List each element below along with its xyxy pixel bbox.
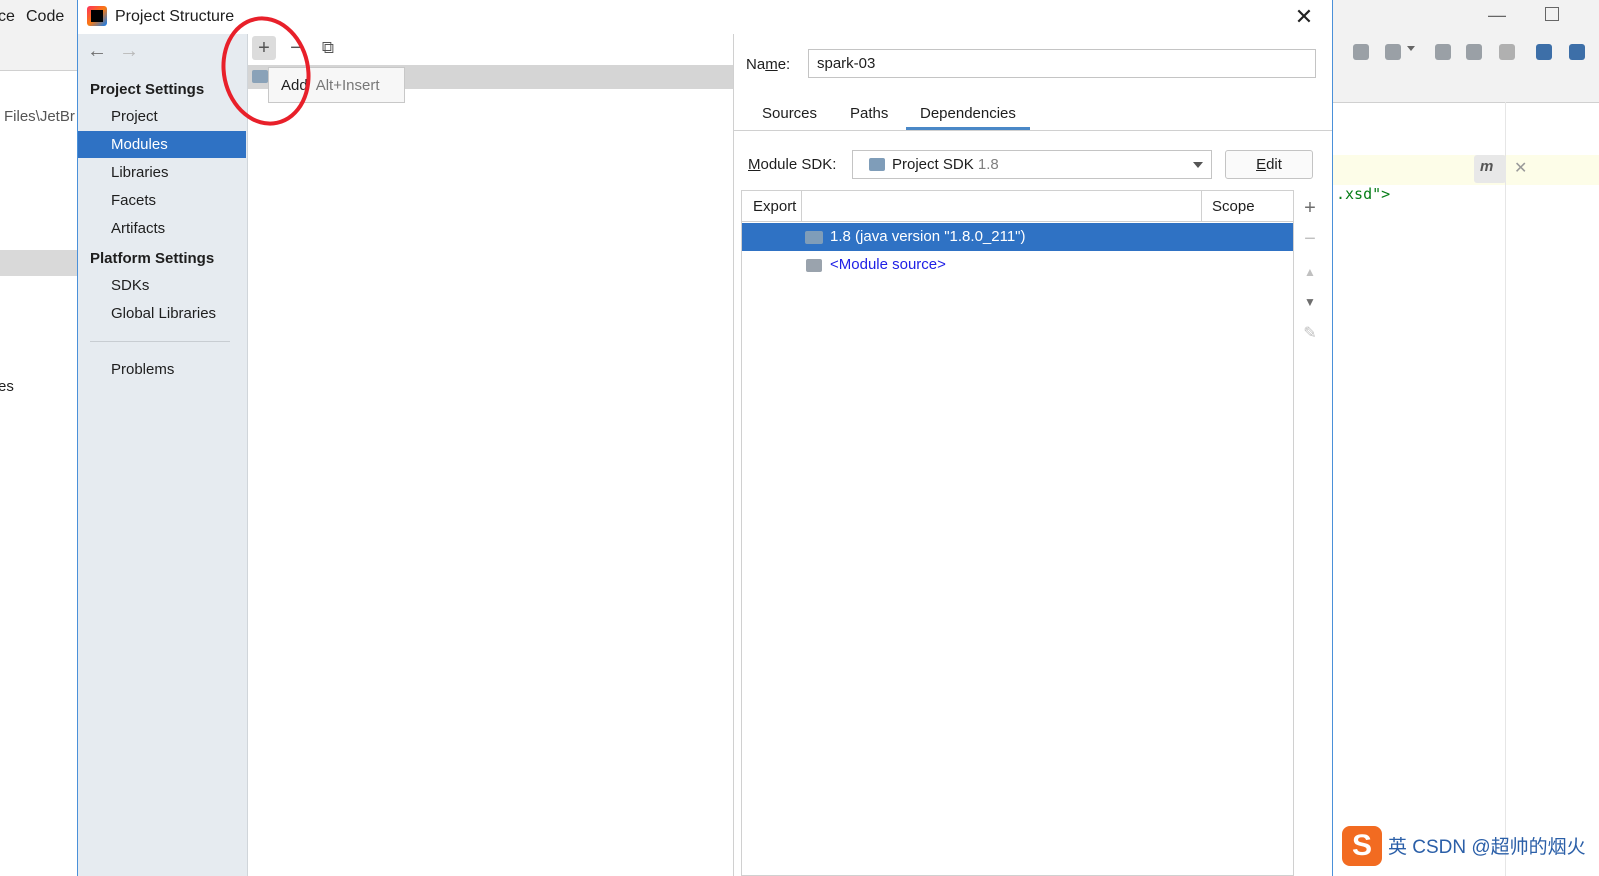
chevron-down-icon bbox=[1193, 162, 1203, 168]
ide-left-selected-row bbox=[0, 250, 78, 276]
sidebar-item-problems[interactable]: Problems bbox=[78, 356, 246, 383]
ide-menu-item-partial[interactable]: ce bbox=[0, 8, 15, 26]
search-everywhere-icon[interactable] bbox=[1569, 44, 1585, 60]
project-settings-heading: Project Settings bbox=[90, 81, 205, 98]
dialog-title: Project Structure bbox=[115, 8, 235, 25]
ide-minimize-icon[interactable]: — bbox=[1488, 5, 1506, 26]
ide-side-fragment: es bbox=[0, 378, 14, 395]
stop-icon[interactable] bbox=[1499, 44, 1515, 60]
dependencies-side-toolbar: + − ▲ ▼ ✎ bbox=[1295, 190, 1325, 876]
debug-icon[interactable] bbox=[1435, 44, 1451, 60]
tab-paths[interactable]: Paths bbox=[836, 94, 902, 130]
tab-sources[interactable]: Sources bbox=[748, 94, 831, 130]
csdn-watermark: S 英 CSDN @超帅的烟火 bbox=[1342, 822, 1599, 876]
project-structure-dialog: Project Structure ✕ ← → Project Settings… bbox=[77, 0, 1333, 876]
sdk-select-value: Project SDK 1.8 bbox=[892, 156, 999, 173]
module-details-panel: Name: Sources Paths Dependencies Module … bbox=[734, 34, 1332, 876]
maven-close-icon[interactable]: ✕ bbox=[1514, 158, 1527, 178]
watermark-text: 英 CSDN @超帅的烟火 bbox=[1388, 837, 1586, 858]
dependency-label: 1.8 (java version "1.8.0_211") bbox=[830, 228, 1026, 245]
dependencies-table-header: Export Scope bbox=[742, 191, 1293, 222]
chevron-down-icon[interactable] bbox=[1407, 46, 1415, 51]
ide-editor-tabs bbox=[1333, 70, 1599, 103]
ide-path-fragment: Files\JetBr bbox=[4, 108, 75, 125]
run-config-icon[interactable] bbox=[1385, 44, 1401, 60]
modules-toolbar: + − ⧉ bbox=[248, 34, 733, 62]
close-icon[interactable]: ✕ bbox=[1291, 4, 1317, 30]
copy-icon[interactable]: ⧉ bbox=[316, 36, 340, 60]
maven-reload-icon[interactable]: m bbox=[1474, 155, 1506, 183]
ide-menu-code[interactable]: Code bbox=[26, 8, 64, 26]
settings-sidebar: ← → Project Settings Project Modules Lib… bbox=[78, 34, 248, 876]
ide-left-toolbar bbox=[0, 34, 78, 71]
coverage-icon[interactable] bbox=[1466, 44, 1482, 60]
ide-right-toolbar bbox=[1333, 34, 1599, 71]
ide-code-fragment: .xsd"> bbox=[1336, 185, 1391, 203]
sidebar-item-artifacts[interactable]: Artifacts bbox=[78, 215, 246, 242]
column-header-scope[interactable]: Scope bbox=[1212, 198, 1255, 215]
name-label: Name: bbox=[746, 56, 791, 73]
sidebar-item-project[interactable]: Project bbox=[78, 103, 246, 130]
column-divider bbox=[801, 191, 802, 221]
sidebar-item-sdks[interactable]: SDKs bbox=[78, 272, 246, 299]
edit-sdk-button[interactable]: Edit bbox=[1225, 150, 1313, 179]
add-dependency-icon[interactable]: + bbox=[1300, 198, 1320, 218]
module-name-input[interactable] bbox=[808, 49, 1316, 78]
column-header-export[interactable]: Export bbox=[753, 198, 796, 215]
move-down-icon[interactable]: ▼ bbox=[1300, 292, 1320, 312]
sogou-logo-icon: S bbox=[1342, 826, 1382, 866]
sdk-folder-icon bbox=[869, 158, 885, 171]
column-divider bbox=[1201, 191, 1202, 221]
module-sdk-select[interactable]: Project SDK 1.8 bbox=[852, 150, 1212, 179]
back-arrow-icon[interactable]: ← bbox=[87, 40, 107, 63]
module-sdk-label: Module SDK: bbox=[748, 156, 837, 173]
intellij-logo-icon bbox=[87, 6, 107, 26]
module-tabs: Sources Paths Dependencies bbox=[734, 94, 1332, 131]
sidebar-item-global-libraries[interactable]: Global Libraries bbox=[78, 300, 246, 327]
remove-dependency-icon[interactable]: − bbox=[1300, 229, 1320, 249]
ide-maximize-icon[interactable] bbox=[1545, 7, 1559, 21]
move-up-icon[interactable]: ▲ bbox=[1300, 262, 1320, 282]
ide-editor-current-line bbox=[1333, 155, 1599, 185]
platform-settings-heading: Platform Settings bbox=[90, 250, 215, 267]
tab-dependencies[interactable]: Dependencies bbox=[906, 94, 1030, 130]
module-source-folder-icon bbox=[806, 259, 822, 272]
forward-arrow-icon[interactable]: → bbox=[119, 40, 139, 63]
modules-list-panel: + − ⧉ bbox=[248, 34, 734, 876]
sdk-folder-icon bbox=[805, 231, 823, 244]
sidebar-item-libraries[interactable]: Libraries bbox=[78, 159, 246, 186]
table-row[interactable]: <Module source> bbox=[742, 251, 1293, 279]
sidebar-divider bbox=[90, 341, 230, 342]
dependencies-table: Export Scope 1.8 (java version "1.8.0_21… bbox=[741, 190, 1294, 876]
tooltip-shortcut: Alt+Insert bbox=[315, 77, 380, 94]
sidebar-item-facets[interactable]: Facets bbox=[78, 187, 246, 214]
sidebar-item-modules[interactable]: Modules bbox=[78, 131, 246, 158]
dependency-label: <Module source> bbox=[830, 256, 946, 273]
project-structure-icon[interactable] bbox=[1536, 44, 1552, 60]
edit-pencil-icon[interactable]: ✎ bbox=[1300, 324, 1320, 344]
ide-editor-right-margin bbox=[1505, 102, 1506, 876]
table-row[interactable]: 1.8 (java version "1.8.0_211") bbox=[742, 223, 1293, 251]
build-icon[interactable] bbox=[1353, 44, 1369, 60]
